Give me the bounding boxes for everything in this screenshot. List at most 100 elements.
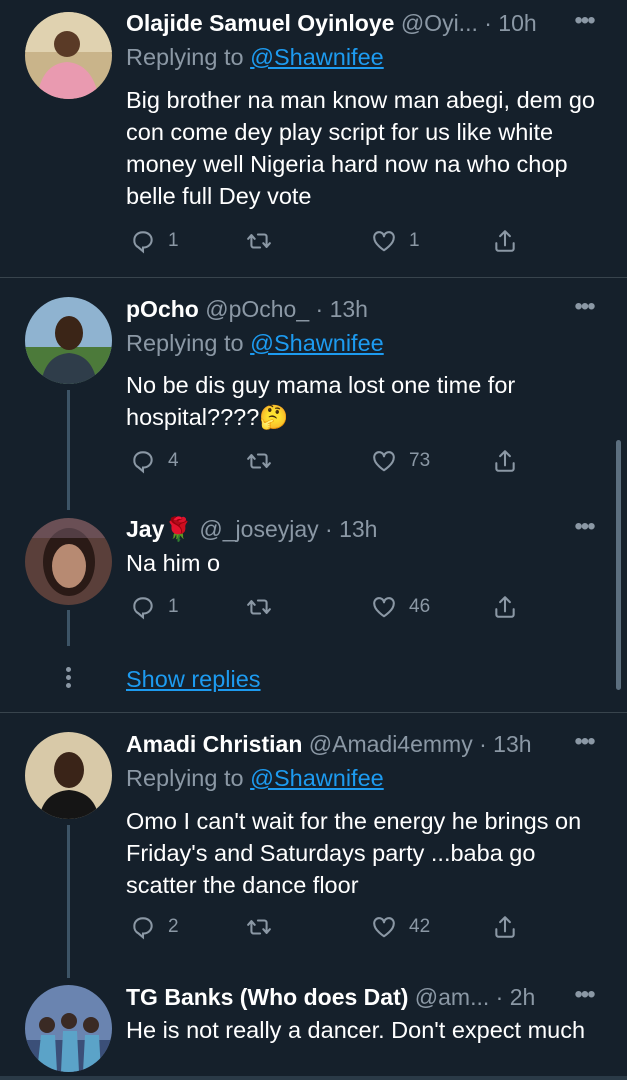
reply-count: 2 bbox=[168, 916, 179, 937]
avatar-image bbox=[25, 12, 112, 99]
avatar-image bbox=[25, 297, 112, 384]
more-options-icon[interactable]: ••• bbox=[571, 295, 597, 322]
replying-to: Replying to @Shawnifee bbox=[126, 328, 384, 358]
reply-button[interactable]: 2 bbox=[130, 912, 179, 942]
share-button[interactable] bbox=[492, 226, 518, 256]
tweet-text: No be dis guy mama lost one time for hos… bbox=[126, 372, 516, 430]
replying-label: Replying to bbox=[126, 330, 244, 356]
tweet-text: Na him o bbox=[126, 550, 221, 576]
like-count: 46 bbox=[409, 596, 431, 617]
retweet-icon bbox=[247, 599, 271, 615]
replying-to: Replying to @Shawnifee bbox=[126, 42, 384, 72]
retweet-icon bbox=[247, 919, 271, 935]
thread-line bbox=[67, 610, 70, 646]
reply-button[interactable]: 1 bbox=[130, 226, 179, 256]
avatar[interactable] bbox=[25, 12, 112, 99]
handle[interactable]: @Amadi4emmy bbox=[309, 731, 473, 757]
retweet-button[interactable] bbox=[246, 912, 272, 942]
tweet-actions: 2 42 bbox=[126, 912, 526, 942]
like-button[interactable]: 42 bbox=[371, 912, 430, 942]
more-options-icon[interactable]: ••• bbox=[571, 515, 597, 542]
tweet-actions: 4 73 bbox=[126, 446, 526, 476]
handle[interactable]: @Oyi... bbox=[401, 10, 478, 36]
display-name[interactable]: pOcho bbox=[126, 296, 199, 322]
tweet-actions: 1 46 bbox=[126, 592, 526, 622]
tweet-header: Olajide Samuel Oyinloye @Oyi... · 10h bbox=[126, 8, 567, 38]
handle[interactable]: @am... bbox=[415, 984, 489, 1010]
heart-icon bbox=[373, 451, 395, 472]
display-name[interactable]: Olajide Samuel Oyinloye bbox=[126, 10, 394, 36]
mention-link[interactable]: @Shawnifee bbox=[250, 765, 384, 791]
thread-line bbox=[67, 825, 70, 978]
share-button[interactable] bbox=[492, 912, 518, 942]
mention-link[interactable]: @Shawnifee bbox=[250, 330, 384, 356]
share-button[interactable] bbox=[492, 592, 518, 622]
mention-link[interactable]: @Shawnifee bbox=[250, 44, 384, 70]
reply-count: 4 bbox=[168, 450, 179, 471]
replying-to: Replying to @Shawnifee bbox=[126, 763, 384, 793]
timestamp[interactable]: · 10h bbox=[484, 10, 536, 36]
display-name[interactable]: TG Banks (Who does Dat) bbox=[126, 984, 408, 1010]
share-icon bbox=[495, 230, 515, 252]
like-button[interactable]: 73 bbox=[371, 446, 430, 476]
bottom-edge bbox=[0, 1076, 627, 1080]
avatar[interactable] bbox=[25, 985, 112, 1072]
avatar[interactable] bbox=[25, 518, 112, 605]
tweet-header: pOcho @pOcho_ · 13h bbox=[126, 294, 567, 324]
reply-icon bbox=[133, 917, 153, 940]
tweet-jay[interactable]: Jay🌹 @_joseyjay · 13h ••• Na him o 1 46 bbox=[0, 510, 627, 660]
tweet-text: He is not really a dancer. Don't expect … bbox=[126, 1017, 586, 1043]
timestamp[interactable]: · 2h bbox=[496, 984, 536, 1010]
avatar-image bbox=[25, 985, 112, 1072]
tweet-pocho[interactable]: pOcho @pOcho_ · 13h ••• Replying to @Sha… bbox=[0, 278, 627, 510]
show-replies-link[interactable]: Show replies bbox=[126, 664, 261, 694]
share-icon bbox=[495, 916, 515, 938]
replying-label: Replying to bbox=[126, 44, 244, 70]
timestamp[interactable]: · 13h bbox=[479, 731, 531, 757]
more-options-icon[interactable]: ••• bbox=[571, 983, 597, 1010]
reply-count: 1 bbox=[168, 230, 179, 251]
avatar[interactable] bbox=[25, 297, 112, 384]
heart-icon bbox=[373, 917, 395, 938]
more-options-icon[interactable]: ••• bbox=[571, 9, 597, 36]
tweet-text: Big brother na man know man abegi, dem g… bbox=[126, 87, 595, 209]
tweet-header: Jay🌹 @_joseyjay · 13h bbox=[126, 514, 567, 544]
share-icon bbox=[495, 450, 515, 472]
tweet-tgbanks[interactable]: TG Banks (Who does Dat) @am... · 2h ••• … bbox=[0, 978, 627, 1080]
handle[interactable]: @pOcho_ bbox=[205, 296, 309, 322]
tweet-olajide[interactable]: Olajide Samuel Oyinloye @Oyi... · 10h ••… bbox=[0, 0, 627, 277]
reply-icon bbox=[133, 597, 153, 620]
display-name[interactable]: Amadi Christian bbox=[126, 731, 302, 757]
like-count: 73 bbox=[409, 450, 431, 471]
retweet-button[interactable] bbox=[246, 446, 272, 476]
more-options-icon[interactable]: ••• bbox=[571, 730, 597, 757]
like-count: 1 bbox=[409, 230, 420, 251]
reply-icon bbox=[133, 451, 153, 474]
replying-label: Replying to bbox=[126, 765, 244, 791]
like-count: 42 bbox=[409, 916, 431, 937]
avatar-image bbox=[25, 518, 112, 605]
reply-count: 1 bbox=[168, 596, 179, 617]
scrollbar[interactable] bbox=[616, 440, 621, 690]
timestamp[interactable]: · 13h bbox=[325, 516, 377, 542]
heart-icon bbox=[373, 231, 395, 252]
retweet-button[interactable] bbox=[246, 592, 272, 622]
reply-button[interactable]: 4 bbox=[130, 446, 179, 476]
thread-line bbox=[67, 390, 70, 510]
tweet-amadi[interactable]: Amadi Christian @Amadi4emmy · 13h ••• Re… bbox=[0, 713, 627, 978]
avatar-image bbox=[25, 732, 112, 819]
tweet-text: Omo I can't wait for the energy he bring… bbox=[126, 808, 582, 898]
avatar[interactable] bbox=[25, 732, 112, 819]
handle[interactable]: @_joseyjay bbox=[199, 516, 318, 542]
reply-icon bbox=[133, 231, 153, 254]
reply-button[interactable]: 1 bbox=[130, 592, 179, 622]
share-icon bbox=[495, 596, 515, 618]
share-button[interactable] bbox=[492, 446, 518, 476]
more-replies-dots-icon bbox=[66, 667, 72, 691]
like-button[interactable]: 1 bbox=[371, 226, 420, 256]
retweet-button[interactable] bbox=[246, 226, 272, 256]
timestamp[interactable]: · 13h bbox=[316, 296, 368, 322]
display-name[interactable]: Jay🌹 bbox=[126, 516, 193, 542]
like-button[interactable]: 46 bbox=[371, 592, 430, 622]
tweet-header: TG Banks (Who does Dat) @am... · 2h bbox=[126, 982, 567, 1012]
